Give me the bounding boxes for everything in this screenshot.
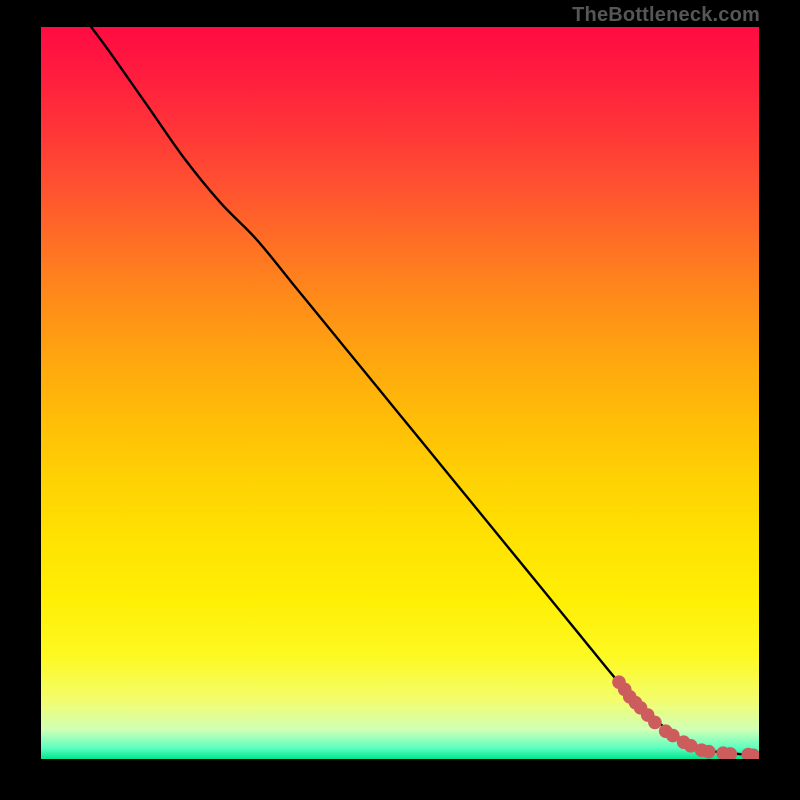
data-marker <box>629 696 643 710</box>
data-marker <box>695 743 709 757</box>
data-marker <box>684 739 698 753</box>
data-marker <box>641 708 655 722</box>
data-marker <box>746 749 759 759</box>
data-marker <box>702 745 716 759</box>
data-marker <box>741 748 755 759</box>
data-marker <box>612 675 626 689</box>
data-marker <box>716 746 730 759</box>
plot-area <box>41 27 759 759</box>
chart-overlay <box>41 27 759 759</box>
data-marker <box>648 716 662 730</box>
data-marker <box>634 701 648 715</box>
data-marker <box>618 683 632 697</box>
chart-frame: TheBottleneck.com <box>0 0 800 800</box>
data-marker <box>723 747 737 759</box>
data-marker <box>623 690 637 704</box>
curve-line <box>91 27 752 755</box>
data-marker <box>659 724 673 738</box>
attribution-text: TheBottleneck.com <box>572 4 760 27</box>
data-marker <box>677 735 691 749</box>
data-marker <box>666 729 680 743</box>
